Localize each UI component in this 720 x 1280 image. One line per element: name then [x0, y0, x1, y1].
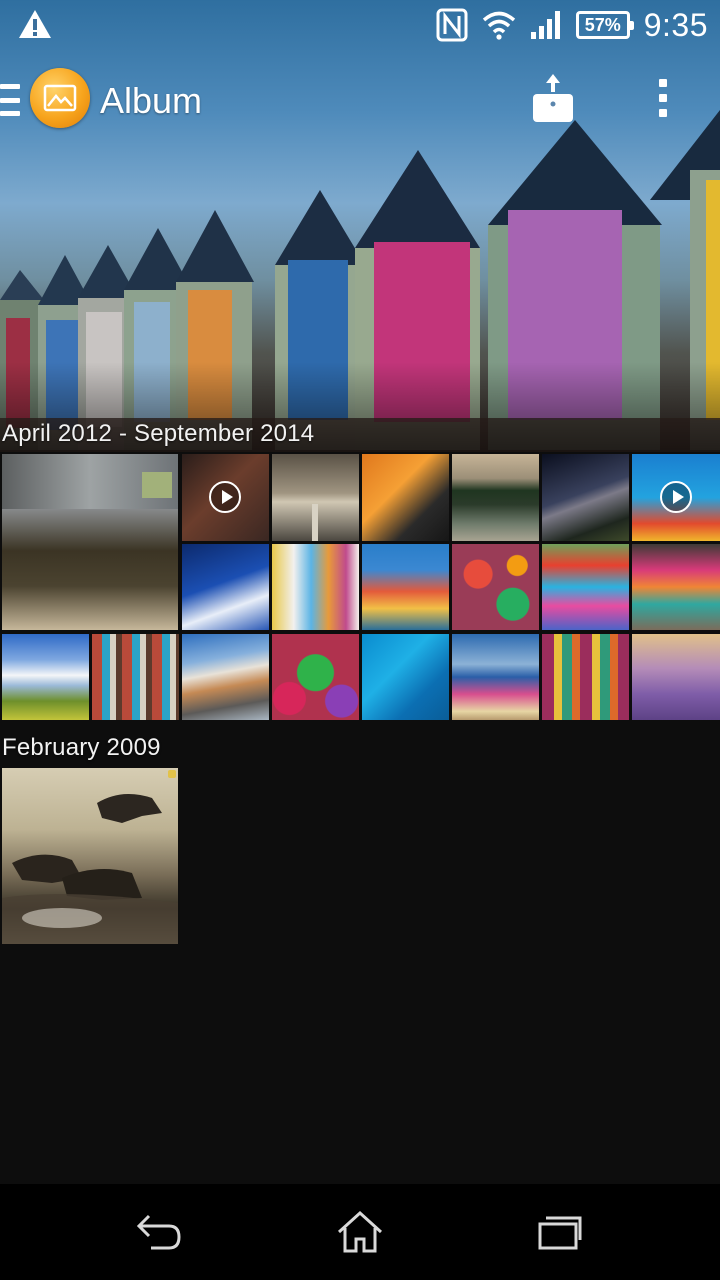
- photo-tile[interactable]: [182, 454, 269, 541]
- upload-icon: [533, 74, 573, 122]
- back-icon: [136, 1214, 181, 1250]
- photo-tile[interactable]: [2, 768, 178, 944]
- home-icon: [337, 1210, 383, 1253]
- section-title: April 2012 - September 2014: [2, 420, 315, 447]
- photo-tile[interactable]: [632, 634, 720, 720]
- photo-tile[interactable]: [182, 634, 269, 720]
- photo-tile[interactable]: [272, 454, 359, 541]
- action-bar: Album: [0, 66, 720, 136]
- photo-tile[interactable]: [272, 634, 359, 720]
- navigation-bar: [0, 1184, 720, 1280]
- photo-tile[interactable]: [542, 544, 629, 630]
- back-button[interactable]: [120, 1202, 200, 1262]
- album-app-icon[interactable]: [30, 68, 90, 128]
- battery-level: 57%: [584, 14, 621, 35]
- photo-tile[interactable]: [452, 544, 539, 630]
- battery-icon: 57%: [575, 11, 634, 39]
- home-button[interactable]: [320, 1202, 400, 1262]
- photo-tile[interactable]: [2, 454, 178, 630]
- photo-tile[interactable]: [632, 544, 720, 630]
- photo-tile[interactable]: [272, 544, 359, 630]
- photo-tile[interactable]: [452, 634, 539, 720]
- photo-tile[interactable]: [542, 454, 629, 541]
- status-bar: 57% 9:35: [0, 0, 720, 50]
- photo-tile[interactable]: [452, 454, 539, 541]
- photo-tile[interactable]: [182, 544, 269, 630]
- photo-grid: [0, 454, 720, 720]
- photo-tile[interactable]: [362, 634, 449, 720]
- video-play-icon: [209, 481, 241, 513]
- warning-icon: [19, 10, 51, 38]
- status-icons: 57% 9:35: [436, 0, 708, 50]
- photo-grid: [0, 768, 720, 944]
- recent-apps-icon: [538, 1216, 582, 1250]
- picture-icon: [43, 84, 77, 112]
- nfc-icon: [436, 8, 468, 42]
- photo-tile[interactable]: [632, 454, 720, 541]
- wildebeest-shapes: [2, 794, 178, 944]
- recent-apps-button[interactable]: [520, 1202, 600, 1262]
- clock: 9:35: [643, 6, 708, 43]
- photo-tile[interactable]: [362, 544, 449, 630]
- photo-tile[interactable]: [2, 634, 89, 720]
- photo-tile[interactable]: [92, 634, 179, 720]
- menu-icon[interactable]: [0, 84, 20, 116]
- video-play-icon: [660, 481, 692, 513]
- upload-button[interactable]: [525, 66, 581, 130]
- favorite-badge: [168, 770, 176, 778]
- signal-icon: [530, 11, 560, 39]
- app-title: Album: [100, 80, 203, 121]
- overflow-menu-icon: [659, 79, 667, 117]
- photo-tile[interactable]: [362, 454, 449, 541]
- section-title: February 2009: [2, 734, 161, 761]
- overflow-menu-button[interactable]: [635, 66, 691, 130]
- photo-tile[interactable]: [542, 634, 629, 720]
- wifi-icon: [482, 11, 515, 40]
